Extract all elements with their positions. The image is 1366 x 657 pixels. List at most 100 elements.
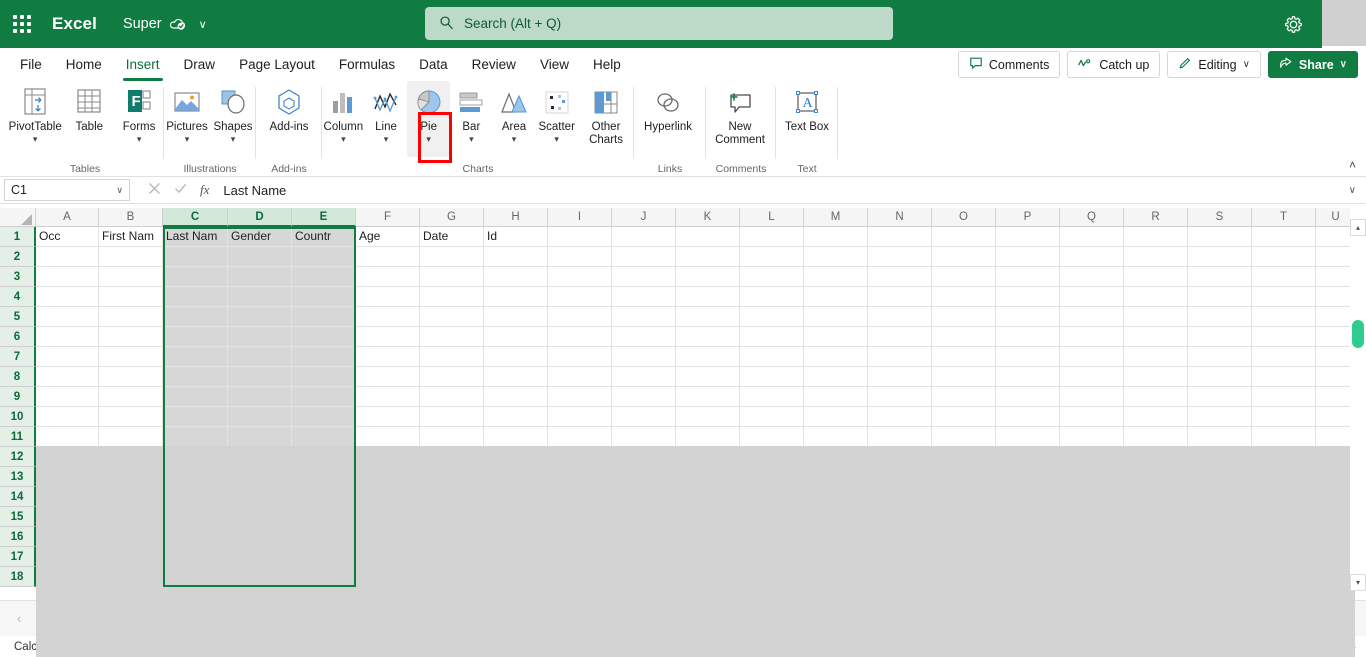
table-button[interactable]: Table: [64, 81, 114, 157]
cell-O6[interactable]: [932, 327, 996, 347]
tab-page-layout[interactable]: Page Layout: [227, 51, 327, 79]
cell-J7[interactable]: [612, 347, 676, 367]
select-all-corner[interactable]: [0, 208, 36, 227]
cell-E11[interactable]: [292, 427, 356, 447]
column-header-c[interactable]: C: [163, 208, 228, 227]
cell-S3[interactable]: [1188, 267, 1252, 287]
cell-A5[interactable]: [36, 307, 99, 327]
cell-H8[interactable]: [484, 367, 548, 387]
cell-Q6[interactable]: [1060, 327, 1124, 347]
column-header-q[interactable]: Q: [1060, 208, 1124, 227]
cell-K4[interactable]: [676, 287, 740, 307]
cell-C9[interactable]: [163, 387, 228, 407]
cell-L9[interactable]: [740, 387, 804, 407]
cell-A10[interactable]: [36, 407, 99, 427]
cell-G3[interactable]: [420, 267, 484, 287]
cell-D4[interactable]: [228, 287, 292, 307]
row-header-1[interactable]: 1: [0, 227, 36, 247]
cell-G9[interactable]: [420, 387, 484, 407]
row-header-13[interactable]: 13: [0, 467, 36, 487]
pictures-chevron-down-icon[interactable]: ▾: [185, 134, 190, 144]
cell-B8[interactable]: [99, 367, 163, 387]
tab-insert[interactable]: Insert: [114, 51, 172, 81]
cell-R9[interactable]: [1124, 387, 1188, 407]
row-header-16[interactable]: 16: [0, 527, 36, 547]
cell-E9[interactable]: [292, 387, 356, 407]
cell-P5[interactable]: [996, 307, 1060, 327]
cell-K3[interactable]: [676, 267, 740, 287]
cell-B7[interactable]: [99, 347, 163, 367]
row-header-6[interactable]: 6: [0, 327, 36, 347]
cell-S2[interactable]: [1188, 247, 1252, 267]
cell-K10[interactable]: [676, 407, 740, 427]
cell-F9[interactable]: [356, 387, 420, 407]
cell-Q11[interactable]: [1060, 427, 1124, 447]
cell-A6[interactable]: [36, 327, 99, 347]
column-header-l[interactable]: L: [740, 208, 804, 227]
cell-C2[interactable]: [163, 247, 228, 267]
cell-J11[interactable]: [612, 427, 676, 447]
cell-P9[interactable]: [996, 387, 1060, 407]
cell-B11[interactable]: [99, 427, 163, 447]
area-chart-button[interactable]: Area ▾: [493, 81, 536, 157]
column-header-f[interactable]: F: [356, 208, 420, 227]
cell-I10[interactable]: [548, 407, 612, 427]
cell-A8[interactable]: [36, 367, 99, 387]
cell-I1[interactable]: [548, 227, 612, 247]
cell-H1[interactable]: Id: [484, 227, 548, 247]
column-header-r[interactable]: R: [1124, 208, 1188, 227]
cell-M11[interactable]: [804, 427, 868, 447]
table-row[interactable]: [36, 287, 1366, 307]
cell-T3[interactable]: [1252, 267, 1316, 287]
pivottable-button[interactable]: PivotTable ▾: [6, 81, 64, 157]
cell-B3[interactable]: [99, 267, 163, 287]
cell-O7[interactable]: [932, 347, 996, 367]
previous-sheet-icon[interactable]: ‹: [6, 611, 32, 626]
shapes-button[interactable]: Shapes ▾: [210, 81, 256, 157]
comments-button[interactable]: Comments: [957, 51, 1061, 78]
cell-O5[interactable]: [932, 307, 996, 327]
row-header-2[interactable]: 2: [0, 247, 36, 267]
cell-A3[interactable]: [36, 267, 99, 287]
cell-T4[interactable]: [1252, 287, 1316, 307]
cell-Q5[interactable]: [1060, 307, 1124, 327]
cell-J2[interactable]: [612, 247, 676, 267]
row-header-4[interactable]: 4: [0, 287, 36, 307]
cell-F6[interactable]: [356, 327, 420, 347]
cell-I7[interactable]: [548, 347, 612, 367]
cell-P8[interactable]: [996, 367, 1060, 387]
scrollbar-thumb[interactable]: [1352, 320, 1364, 348]
cell-E3[interactable]: [292, 267, 356, 287]
column-header-g[interactable]: G: [420, 208, 484, 227]
cell-M9[interactable]: [804, 387, 868, 407]
cell-H9[interactable]: [484, 387, 548, 407]
cell-T1[interactable]: [1252, 227, 1316, 247]
cell-L10[interactable]: [740, 407, 804, 427]
tab-formulas[interactable]: Formulas: [327, 51, 407, 79]
cell-E10[interactable]: [292, 407, 356, 427]
column-header-k[interactable]: K: [676, 208, 740, 227]
cell-E8[interactable]: [292, 367, 356, 387]
cell-J4[interactable]: [612, 287, 676, 307]
bar-chart-button[interactable]: Bar ▾: [450, 81, 493, 157]
cell-F7[interactable]: [356, 347, 420, 367]
cell-Q10[interactable]: [1060, 407, 1124, 427]
share-button[interactable]: Share ∨: [1267, 51, 1358, 78]
cell-M2[interactable]: [804, 247, 868, 267]
cell-K9[interactable]: [676, 387, 740, 407]
row-header-15[interactable]: 15: [0, 507, 36, 527]
cell-S4[interactable]: [1188, 287, 1252, 307]
cell-D2[interactable]: [228, 247, 292, 267]
row-header-14[interactable]: 14: [0, 487, 36, 507]
cell-J9[interactable]: [612, 387, 676, 407]
cell-G11[interactable]: [420, 427, 484, 447]
cell-A2[interactable]: [36, 247, 99, 267]
cell-N4[interactable]: [868, 287, 932, 307]
cell-P3[interactable]: [996, 267, 1060, 287]
cell-S6[interactable]: [1188, 327, 1252, 347]
cell-H11[interactable]: [484, 427, 548, 447]
cell-H2[interactable]: [484, 247, 548, 267]
cell-S5[interactable]: [1188, 307, 1252, 327]
cell-L7[interactable]: [740, 347, 804, 367]
cell-C7[interactable]: [163, 347, 228, 367]
